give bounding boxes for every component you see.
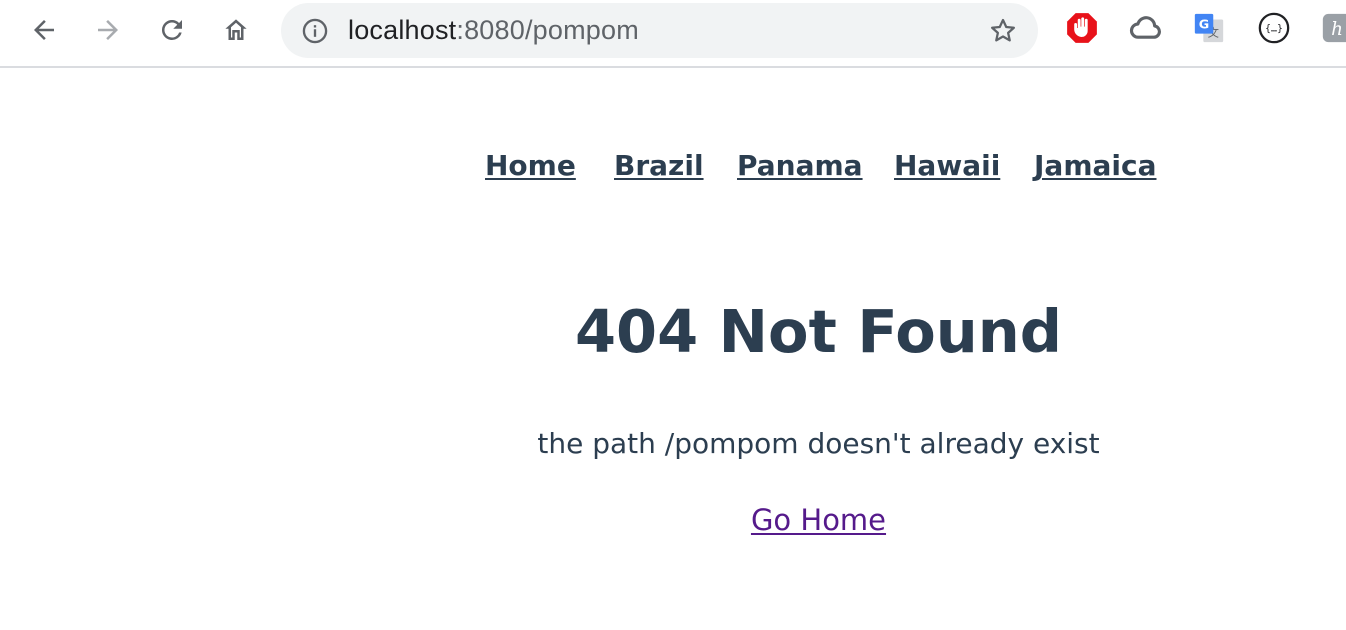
info-icon[interactable] (301, 17, 329, 45)
adblock-extension-button[interactable] (1065, 11, 1099, 50)
extension-partial-button[interactable]: h (1320, 13, 1346, 47)
page-title: 404 Not Found (574, 297, 1063, 366)
bookmark-star-icon[interactable] (988, 16, 1018, 46)
go-home-container: Go Home (491, 500, 1146, 540)
url-host: localhost (348, 15, 457, 45)
reload-icon (157, 15, 187, 45)
main-nav: Home Brazil Panama Hawaii Jamaica (0, 146, 1346, 186)
reload-button[interactable] (154, 12, 190, 48)
cloud-icon (1129, 11, 1163, 50)
svg-text:{…}: {…} (1265, 23, 1283, 34)
nav-link-brazil[interactable]: Brazil (614, 146, 704, 186)
home-button[interactable] (218, 12, 254, 48)
address-bar[interactable]: localhost:8080/pompom (281, 3, 1038, 58)
google-translate-icon: 文G (1192, 11, 1226, 50)
nav-link-hawaii[interactable]: Hawaii (894, 146, 1000, 186)
forward-arrow-icon (93, 15, 123, 45)
nav-link-panama[interactable]: Panama (737, 146, 863, 186)
back-button[interactable] (26, 12, 62, 48)
svg-text:h: h (1331, 19, 1343, 40)
google-translate-extension-button[interactable]: 文G (1192, 13, 1226, 47)
nav-link-home[interactable]: Home (485, 146, 576, 186)
url-text[interactable]: localhost:8080/pompom (348, 3, 639, 58)
extension-partial-icon: h (1320, 11, 1346, 50)
forward-button[interactable] (90, 12, 126, 48)
json-viewer-icon: {…} (1257, 11, 1291, 50)
browser-toolbar: localhost:8080/pompom 文G {…} h (0, 0, 1346, 68)
nav-link-jamaica[interactable]: Jamaica (1034, 146, 1156, 186)
back-arrow-icon (29, 15, 59, 45)
cloud-extension-button[interactable] (1129, 13, 1163, 47)
home-icon (221, 15, 251, 45)
url-path: :8080/pompom (456, 15, 639, 45)
not-found-message: the path /pompom doesn't already exist (537, 427, 1100, 460)
go-home-link[interactable]: Go Home (751, 503, 886, 537)
adblock-icon (1065, 11, 1099, 50)
svg-text:G: G (1199, 17, 1209, 32)
json-viewer-extension-button[interactable]: {…} (1257, 11, 1291, 50)
